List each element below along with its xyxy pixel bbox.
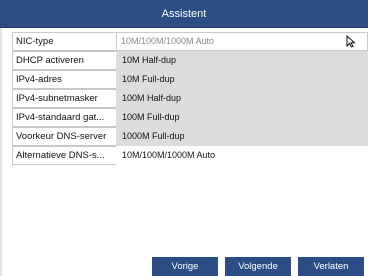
next-button[interactable]: Volgende [225,257,291,276]
nic-option[interactable]: 100M Full-dup [116,108,368,127]
ipv4-address-label: IPv4-adres [12,70,116,89]
mouse-pointer-icon [346,35,356,48]
window-edge [0,28,2,276]
dialog-title: Assistent [0,0,368,28]
nic-option[interactable]: 10M Half-dup [116,51,368,70]
subnet-label: IPv4-subnetmasker [12,89,116,108]
nic-option[interactable]: 100M Half-dup [116,89,368,108]
nic-type-select[interactable]: 10M/100M/1000M Auto [116,32,368,51]
nic-type-dropdown-list: 10M Half-dup 10M Full-dup 100M Half-dup … [116,51,368,165]
exit-button[interactable]: Verlaten [298,257,364,276]
nic-type-value: 10M/100M/1000M Auto [121,36,215,46]
gateway-label: IPv4-standaard gat... [12,108,116,127]
back-button[interactable]: Vorige [152,257,218,276]
nic-option-selected[interactable]: 10M/100M/1000M Auto [116,146,368,165]
dhcp-label: DHCP activeren [12,51,116,70]
nic-option[interactable]: 10M Full-dup [116,70,368,89]
preferred-dns-label: Voorkeur DNS-server [12,127,116,146]
nic-type-label: NIC-type [12,32,116,51]
nic-option[interactable]: 1000M Full-dup [116,127,368,146]
alternate-dns-label: Alternatieve DNS-s... [12,146,116,165]
